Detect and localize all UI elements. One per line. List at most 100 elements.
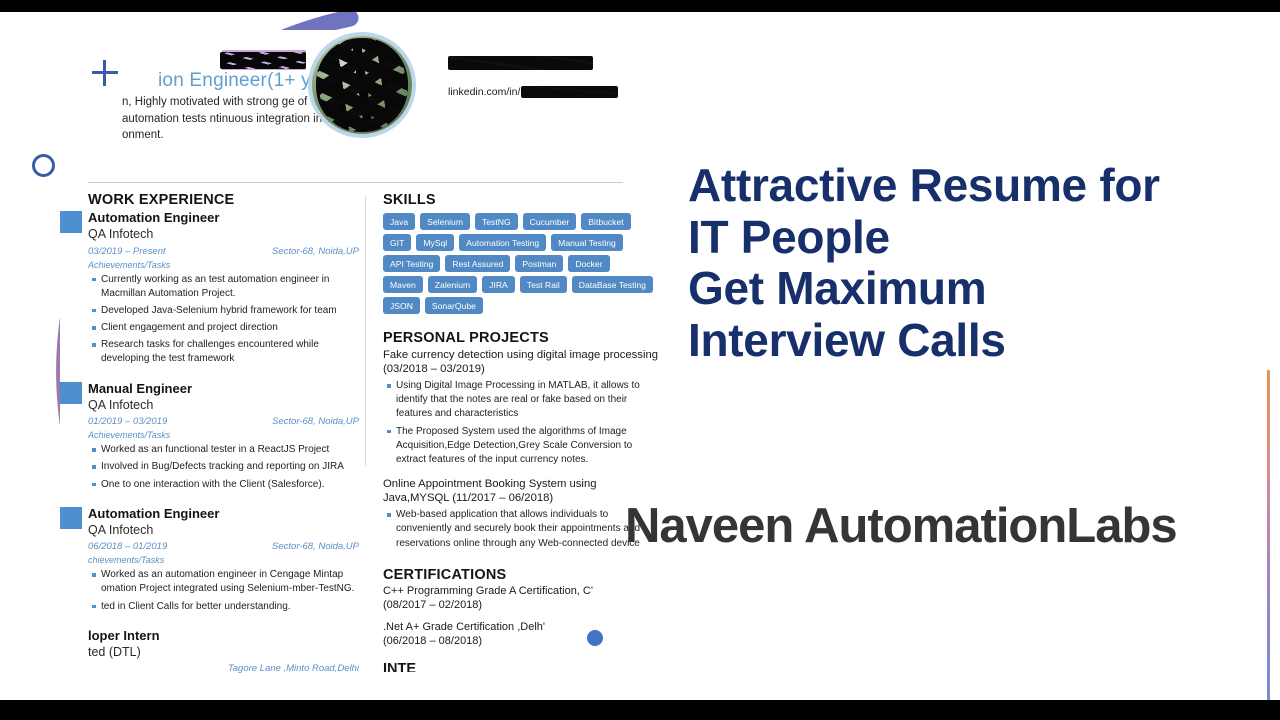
promo-title-line: Interview Calls [688, 313, 1006, 366]
job-meta: 03/2019 – Present Sector-68, Noida,UP [88, 246, 365, 257]
certification-dates: (06/2018 – 08/2018) [383, 635, 483, 648]
promo-title-line: Get Maximum [688, 262, 987, 315]
promo-title-line: Attractive Resume for [688, 159, 1160, 211]
job-marker [60, 211, 82, 233]
resume-right-column: SKILLS Java Selenium TestNG Cucumber Bit… [366, 192, 660, 700]
redacted-name-ink [220, 52, 306, 69]
projects-heading: PERSONAL PROJECTS [383, 330, 549, 346]
skill-tag: Rest Assured [445, 255, 511, 272]
job-location: Sector-68, Noida,UP [272, 541, 359, 553]
job-bullet: Involved in Bug/Defects tracking and rep… [92, 460, 365, 474]
job-dates: 03/2019 – Present [88, 245, 166, 257]
job-bullets: Worked as an automation engineer in Ceng… [88, 568, 365, 614]
skills-tag-list: Java Selenium TestNG Cucumber Bitbucket … [383, 213, 653, 314]
skill-tag: Cucumber [522, 213, 577, 230]
job-bullet: Worked as an functional tester in a Reac… [92, 443, 365, 457]
job-meta: 01/2019 – 03/2019 Sector-68, Noida,UP [88, 416, 365, 427]
skill-tag: JSON [383, 297, 420, 314]
job-location: Sector-68, Noida,UP [272, 416, 359, 428]
skill-tag: TestNG [474, 213, 518, 230]
job-bullets: Currently working as an test automation … [88, 273, 365, 367]
certification-entry: .Net A+ Grade Certification ,Delh' (06/2… [383, 621, 660, 649]
plus-icon [92, 60, 118, 86]
certifications-heading: CERTIFICATIONS [383, 566, 507, 583]
job-bullet: Worked as an automation engineer in Ceng… [92, 568, 365, 596]
job-entry: Automation Engineer QA Infotech 06/2018 … [60, 506, 365, 614]
project-bullets: Using Digital Image Processing in MATLAB… [383, 379, 660, 467]
job-achievements-label: Achievements/Tasks [88, 430, 171, 441]
job-company: QA Infotech [88, 522, 154, 537]
letterbox-top-bar [0, 0, 1280, 12]
resume-header: ion Engineer(1+ yr) n, Highly motivated … [60, 30, 660, 183]
skill-tag: DataBase Testing [571, 276, 653, 293]
job-achievements-label: chievements/Tasks [88, 555, 165, 566]
job-bullet: ted in Client Calls for better understan… [92, 600, 365, 614]
job-title: Automation Engineer [88, 210, 220, 225]
skill-tag: Zalenium [427, 276, 478, 293]
job-location: Sector-68, Noida,UP [272, 245, 359, 257]
avatar-redaction-ink [316, 38, 408, 132]
project-entry: Online Appointment Booking System using … [383, 477, 660, 551]
project-bullet: The Proposed System used the algorithms … [387, 425, 660, 468]
job-bullet: Currently working as an test automation … [92, 273, 365, 301]
redacted-linkedin-ink [521, 86, 618, 98]
skill-tag: Automation Testing [459, 234, 547, 251]
skill-tag: GIT [383, 234, 412, 251]
resume-left-column: WORK EXPERIENCE Automation Engineer QA I… [60, 192, 365, 700]
job-bullet: Client engagement and project direction [92, 321, 365, 335]
certification-entry: C++ Programming Grade A Certification, C… [383, 585, 660, 613]
cut-off-section-heading: INTE [383, 661, 417, 673]
job-bullet: Research tasks for challenges encountere… [92, 338, 365, 366]
skill-tag: SonarQube [424, 297, 483, 314]
job-entry: Manual Engineer QA Infotech 01/2019 – 03… [60, 380, 365, 492]
job-title: loper Intern [88, 627, 160, 643]
skill-tag: Manual Testing [551, 234, 623, 251]
promo-title: Attractive Resume for IT People Get Maxi… [688, 159, 1263, 366]
certification-name: C++ Programming Grade A Certification, C… [383, 584, 593, 597]
job-company: ted (DTL) [88, 645, 141, 659]
skill-tag: API Testing [383, 255, 441, 272]
project-bullet: Web-based application that allows indivi… [387, 508, 660, 551]
job-title: Manual Engineer [88, 380, 193, 396]
blue-dot-icon [587, 630, 603, 646]
skill-tag: Test Rail [519, 276, 567, 293]
skill-tag: Docker [568, 255, 610, 272]
job-marker [60, 506, 82, 529]
project-bullets: Web-based application that allows indivi… [383, 508, 660, 551]
certification-name: .Net A+ Grade Certification ,Delh' [383, 621, 545, 634]
project-title: Online Appointment Booking System using … [383, 478, 597, 505]
skill-tag: MySql [416, 234, 455, 251]
job-achievements-label: Achievements/Tasks [88, 259, 171, 270]
avatar [312, 36, 412, 134]
skill-tag: Bitbucket [581, 213, 631, 230]
job-entry: loper Intern ted (DTL) Tagore Lane ,Mint… [88, 628, 365, 675]
job-dates: 06/2018 – 01/2019 [88, 541, 168, 553]
job-bullet: One to one interaction with the Client (… [92, 478, 365, 492]
job-marker [60, 381, 82, 404]
job-dates: 01/2019 – 03/2019 [88, 416, 168, 428]
right-accent-line [1267, 370, 1270, 700]
skill-tag: Selenium [420, 213, 470, 230]
redacted-contact-ink [448, 56, 593, 70]
job-bullets: Worked as an functional tester in a Reac… [88, 443, 365, 492]
skill-tag: Java [383, 213, 416, 230]
job-company: QA Infotech [88, 227, 154, 242]
skill-tag: Maven [383, 276, 423, 293]
video-frame: ion Engineer(1+ yr) n, Highly motivated … [0, 0, 1280, 720]
linkedin-label: linkedin.com/in/ [448, 86, 521, 98]
promo-title-line: IT People [688, 210, 890, 263]
project-entry: Fake currency detection using digital im… [383, 348, 660, 467]
project-bullet: Using Digital Image Processing in MATLAB… [387, 379, 660, 422]
job-entry: Automation Engineer QA Infotech 03/2019 … [60, 210, 365, 367]
linkedin-row: linkedin.com/in/ [448, 86, 618, 98]
job-bullet: Developed Java-Selenium hybrid framework… [92, 304, 365, 318]
circle-outline-icon [32, 154, 55, 177]
project-title: Fake currency detection using digital im… [383, 349, 659, 375]
contact-block: linkedin.com/in/ [448, 56, 618, 98]
work-experience-heading: WORK EXPERIENCE [88, 192, 235, 208]
resume-document: ion Engineer(1+ yr) n, Highly motivated … [60, 30, 660, 700]
skill-tag: JIRA [482, 276, 515, 293]
job-location: Tagore Lane ,Minto Road,Delhi [227, 663, 359, 675]
letterbox-bottom-bar [0, 700, 1280, 720]
resume-columns: WORK EXPERIENCE Automation Engineer QA I… [60, 192, 660, 700]
